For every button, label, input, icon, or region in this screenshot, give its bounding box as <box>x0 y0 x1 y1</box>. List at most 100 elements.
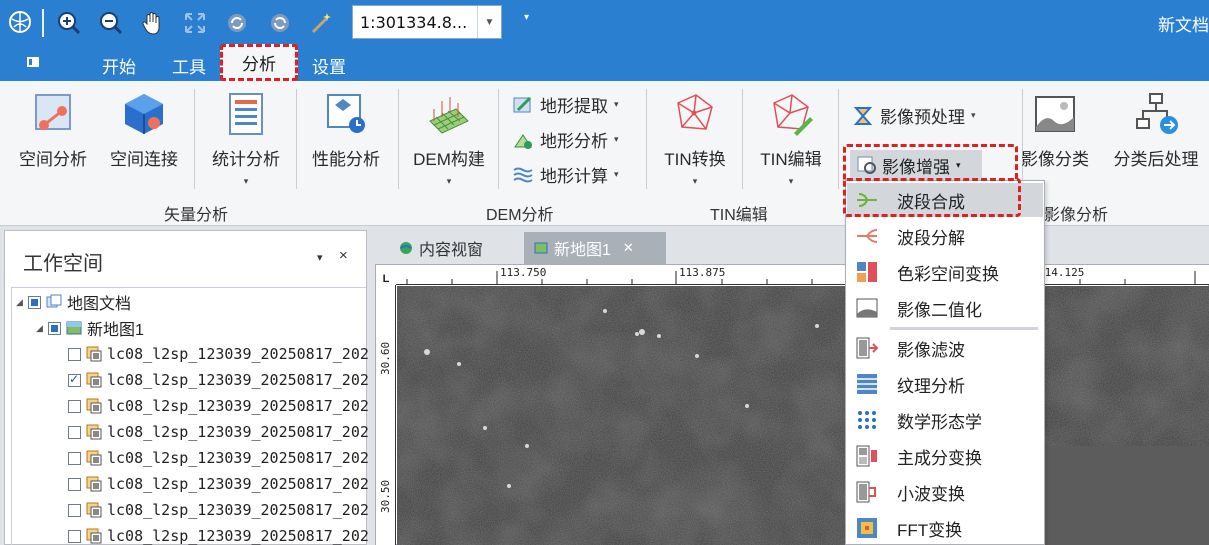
menu-separator <box>890 327 1038 330</box>
layer-item[interactable]: lc08_l2sp_123039_20250817_202 <box>68 446 369 470</box>
menu-item-fft[interactable]: FFT变换 <box>847 511 1043 545</box>
menu-item-texture[interactable]: 纹理分析 <box>847 367 1043 401</box>
y-tick-label: 30.50 <box>379 479 392 513</box>
layer-checkbox[interactable] <box>68 425 81 439</box>
ribbon-separator <box>194 89 195 189</box>
layer-name: lc08_l2sp_123039_20250817_202 <box>107 475 369 493</box>
raster-layer-icon <box>86 502 102 518</box>
tab-settings[interactable]: 设置 <box>312 53 346 78</box>
root-label: 地图文档 <box>67 296 132 313</box>
map-checkbox[interactable] <box>48 321 61 335</box>
spatial-analysis-button[interactable]: 空间分析 <box>16 91 90 170</box>
image-classify-button[interactable]: 影像分类 <box>1018 91 1092 170</box>
refresh-back-button[interactable] <box>265 8 295 38</box>
image-group-label: 影像分析 <box>1044 207 1109 224</box>
raster-layer-icon <box>86 372 102 388</box>
close-icon[interactable]: ✕ <box>623 240 634 256</box>
magic-wand-button[interactable] <box>307 8 337 38</box>
menu-item-band-split[interactable]: 波段分解 <box>847 219 1043 253</box>
menu-item-label: 影像滤波 <box>897 340 965 360</box>
refresh-button[interactable] <box>222 8 252 38</box>
tab-content-view[interactable]: 内容视窗 <box>389 232 493 264</box>
layer-checkbox[interactable] <box>68 399 81 413</box>
tin-convert-button[interactable]: TIN转换 ▾ <box>658 91 732 187</box>
layer-item[interactable]: lc08_l2sp_123039_20250817_202 <box>68 498 369 522</box>
expand-icon[interactable]: ◢ <box>36 323 48 334</box>
hand-icon <box>142 12 160 35</box>
layer-item[interactable]: lc08_l2sp_123039_20250817_202 <box>68 420 369 444</box>
menu-item-label: 主成分变换 <box>897 448 982 468</box>
tab-new-map[interactable]: 新地图1 ✕ <box>524 232 666 264</box>
pan-button[interactable] <box>138 8 168 38</box>
post-classify-label: 分类后处理 <box>1113 150 1199 169</box>
layer-checkbox[interactable] <box>68 372 81 387</box>
spatial-join-button[interactable]: 空间连接 <box>106 91 182 170</box>
quick-access-toolbar: 1:301334.8... ▼ ▾ 新文档 <box>0 0 1209 46</box>
ribbon-separator <box>646 89 647 189</box>
workspace-panel: 工作空间 ▾ × ◢ 地图文档 ◢ 新地图1 lc08_l2sp_123039_… <box>4 230 369 545</box>
performance-analysis-button[interactable]: 性能分析 <box>308 91 384 170</box>
layer-item[interactable]: lc08_l2sp_123039_20250817_202 <box>68 342 369 366</box>
document-tab-bar: 内容视窗 新地图1 ✕ <box>375 230 1209 264</box>
layer-checkbox[interactable] <box>68 477 81 491</box>
terrain-analysis-button[interactable]: 地形分析 ▾ <box>512 127 619 152</box>
customize-toolbar-icon[interactable]: ▾ <box>524 12 529 23</box>
layer-item[interactable]: lc08_l2sp_123039_20250817_202 <box>68 368 369 392</box>
menu-item-pca[interactable]: 主成分变换 <box>847 439 1043 473</box>
image-preprocess-button[interactable]: 影像预处理 ▾ <box>852 103 976 128</box>
menu-item-binarize[interactable]: 影像二值化 <box>847 291 1043 325</box>
pin-icon[interactable]: ▾ <box>317 251 323 264</box>
satellite-image[interactable] <box>397 286 1209 545</box>
menu-item-image-filter[interactable]: 影像滤波 <box>847 331 1043 365</box>
scale-combobox[interactable]: 1:301334.8... ▼ <box>352 5 502 39</box>
menu-item-color-space[interactable]: 色彩空间变换 <box>847 255 1043 289</box>
zoom-out-button[interactable] <box>96 8 126 38</box>
chevron-down-icon: ▾ <box>956 159 961 170</box>
menu-item-wavelet[interactable]: 小波变换 <box>847 475 1043 509</box>
color-space-icon <box>857 262 877 282</box>
close-icon[interactable]: × <box>339 247 348 264</box>
ribbon-separator <box>838 89 839 189</box>
scale-value[interactable]: 1:301334.8... <box>353 13 477 32</box>
post-classify-button[interactable]: 分类后处理 <box>1108 91 1204 170</box>
tab-new-map-label: 新地图1 <box>554 242 611 259</box>
app-menu-button[interactable] <box>26 55 56 73</box>
tin-group-label: TIN编辑 <box>710 207 768 224</box>
layer-name: lc08_l2sp_123039_20250817_202 <box>107 527 369 545</box>
chevron-down-icon: ▾ <box>692 176 698 186</box>
tab-analysis[interactable]: 分析 <box>220 44 298 81</box>
terrain-extract-button[interactable]: 地形提取 ▾ <box>512 92 619 117</box>
dem-build-button[interactable]: DEM构建 ▾ <box>410 91 488 187</box>
tab-tools[interactable]: 工具 <box>172 53 206 78</box>
image-enhance-icon <box>857 156 876 174</box>
chevron-down-icon[interactable]: ▼ <box>477 6 501 38</box>
chevron-down-icon: ▾ <box>243 176 249 186</box>
tree-map-item[interactable]: ◢ 新地图1 <box>36 316 144 340</box>
layer-checkbox[interactable] <box>68 529 81 543</box>
menu-item-label: 波段分解 <box>897 228 965 248</box>
statistics-analysis-button[interactable]: 统计分析 ▾ <box>206 91 286 187</box>
raster-layer-icon <box>86 450 102 466</box>
map-view[interactable]: L 113.750 113.875 114.125 30.60 30.50 <box>375 264 1209 545</box>
chevron-down-icon: ▾ <box>614 169 619 179</box>
expand-icon[interactable]: ◢ <box>16 297 28 308</box>
root-checkbox[interactable] <box>28 295 41 309</box>
layer-item[interactable]: lc08_l2sp_123039_20250817_202 <box>68 524 369 545</box>
layer-checkbox[interactable] <box>68 347 81 361</box>
chevron-down-icon: ▾ <box>788 176 794 186</box>
image-enhance-button[interactable]: 影像增强 ▾ <box>850 150 982 180</box>
zoom-in-button[interactable] <box>54 8 84 38</box>
layer-checkbox[interactable] <box>68 503 81 517</box>
menu-item-morphology[interactable]: 数学形态学 <box>847 403 1043 437</box>
x-tick-label: 113.750 <box>500 266 547 279</box>
tab-start[interactable]: 开始 <box>102 53 136 78</box>
full-extent-button[interactable] <box>180 8 210 38</box>
layer-checkbox[interactable] <box>68 451 81 465</box>
terrain-calc-button[interactable]: 地形计算 ▾ <box>512 162 619 187</box>
raster-layer-icon <box>86 424 102 440</box>
app-logo-icon[interactable] <box>8 10 32 34</box>
tin-edit-button[interactable]: TIN编辑 ▾ <box>754 91 828 187</box>
layer-item[interactable]: lc08_l2sp_123039_20250817_202 <box>68 394 369 418</box>
tree-root-item[interactable]: ◢ 地图文档 <box>16 290 131 314</box>
layer-item[interactable]: lc08_l2sp_123039_20250817_202 <box>68 472 369 496</box>
